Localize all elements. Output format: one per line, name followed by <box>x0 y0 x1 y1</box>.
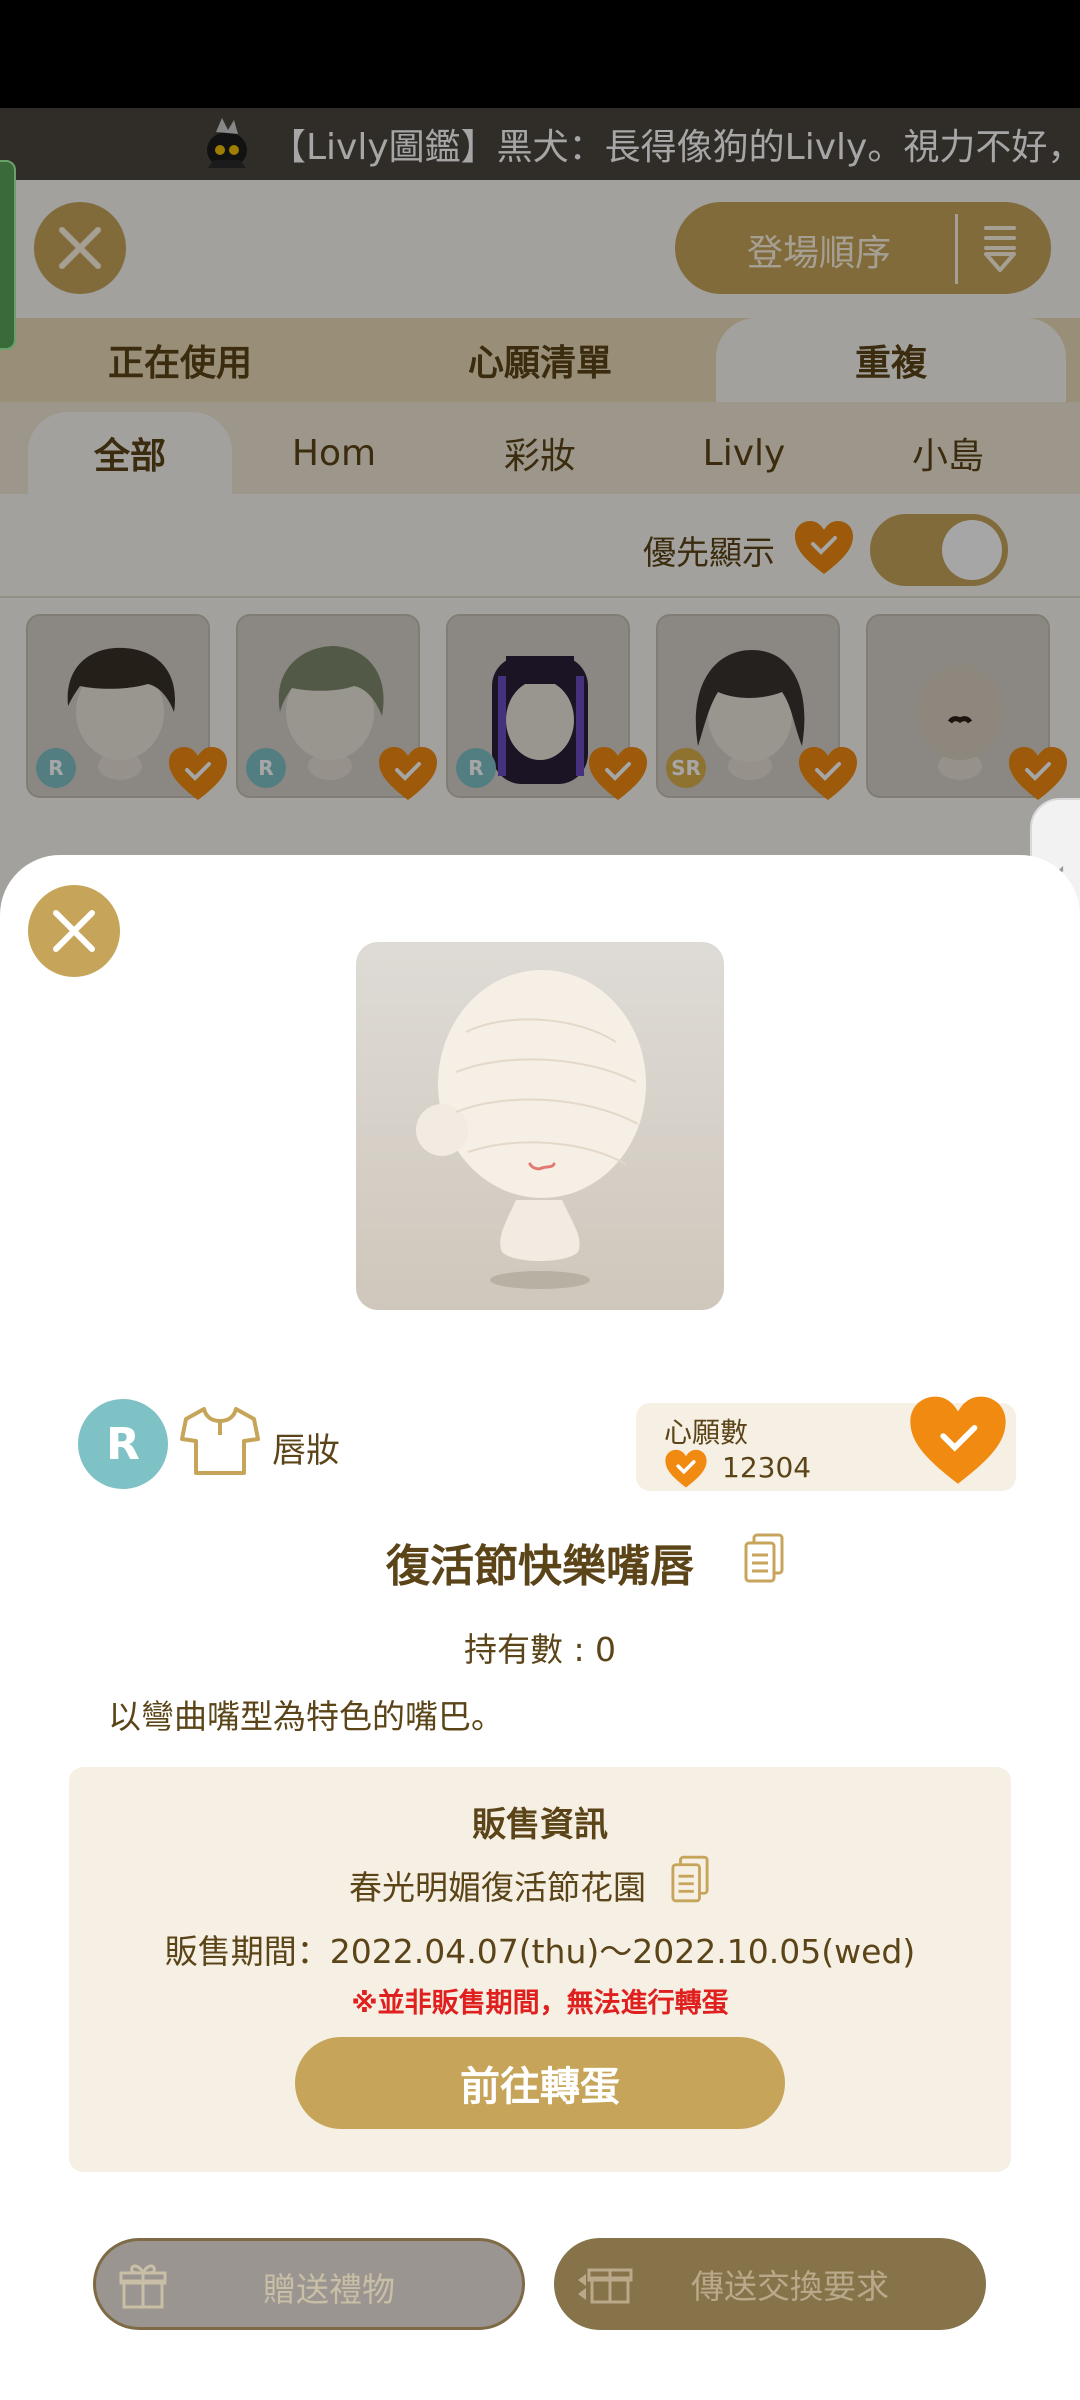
sale-info-box: 販售資訊 春光明媚復活節花園 販售期間：2022.04.07(thu)～2022… <box>69 1767 1011 2172</box>
wish-count-value: 12304 <box>722 1451 812 1484</box>
shirt-icon <box>180 1407 260 1475</box>
category-label: 唇妝 <box>272 1431 340 1471</box>
item-info-row: R 唇妝 心願數 12304 <box>0 1395 1080 1495</box>
sale-warning: ※並非販售期間，無法進行轉蛋 <box>351 1988 729 2019</box>
item-detail-sheet: R 唇妝 心願數 12304 復活節快樂嘴唇 持有數 : 0 以彎曲嘴型為特色的… <box>0 855 1080 2400</box>
sheet-close-button[interactable] <box>28 885 120 977</box>
item-description: 以彎曲嘴型為特色的嘴巴。 <box>108 1697 504 1736</box>
go-to-gacha-button[interactable]: 前往轉蛋 <box>295 2037 785 2129</box>
copy-icon[interactable] <box>671 1855 709 1903</box>
item-preview <box>356 942 724 1310</box>
left-edge-tab[interactable] <box>0 160 16 350</box>
mannequin-head-image <box>416 970 646 1289</box>
send-trade-request-label: 傳送交換要求 <box>691 2267 889 2306</box>
status-bar <box>0 0 1080 108</box>
sale-event-name: 春光明媚復活節花園 <box>349 1868 646 1907</box>
owned-count: 持有數 : 0 <box>463 1630 617 1669</box>
wish-count-title: 心願數 <box>664 1416 749 1449</box>
copy-icon[interactable] <box>744 1533 784 1583</box>
sale-info-title: 販售資訊 <box>472 1805 608 1845</box>
send-gift-label: 贈送禮物 <box>263 2270 395 2309</box>
sale-period: 販售期間：2022.04.07(thu)～2022.10.05(wed) <box>164 1932 916 1971</box>
rarity-badge: R <box>78 1399 168 1489</box>
send-gift-button[interactable]: 贈送禮物 <box>93 2238 525 2330</box>
heart-check-icon <box>665 1449 707 1488</box>
send-trade-request-button[interactable]: 傳送交換要求 <box>554 2238 986 2330</box>
close-icon <box>53 910 95 952</box>
wishlist-heart-button-icon[interactable] <box>906 1395 1010 1487</box>
item-name: 復活節快樂嘴唇 <box>386 1541 694 1592</box>
